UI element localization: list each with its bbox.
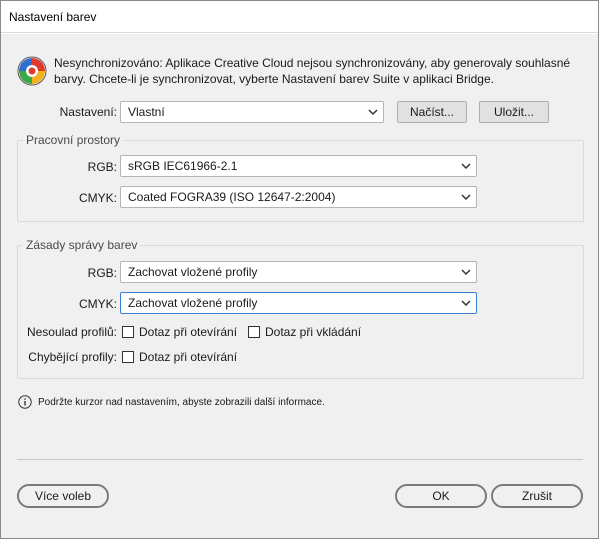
- window-title: Nastavení barev: [9, 10, 97, 24]
- ws-rgb-dropdown[interactable]: sRGB IEC61966-2.1: [120, 155, 477, 177]
- load-button[interactable]: Načíst...: [397, 101, 467, 123]
- sync-notice-line1: Nesynchronizováno: Aplikace Creative Clo…: [54, 56, 571, 70]
- working-spaces-group: [17, 140, 584, 222]
- divider: [17, 459, 583, 460]
- policy-rgb-label: RGB:: [87, 266, 117, 280]
- policy-cmyk-value: Zachovat vložené profily: [128, 296, 258, 310]
- mismatch-ask-open-label: Dotaz při otevírání: [139, 325, 238, 339]
- working-spaces-title: Pracovní prostory: [23, 133, 124, 147]
- policy-cmyk-label: CMYK:: [78, 297, 117, 311]
- sync-notice-line2: barvy. Chcete-li je synchronizovat, vybe…: [54, 72, 494, 86]
- info-icon: [18, 395, 32, 409]
- dialog-content: Nesynchronizováno: Aplikace Creative Clo…: [1, 34, 598, 538]
- ws-cmyk-label: CMYK:: [78, 191, 117, 205]
- policy-rgb-dropdown[interactable]: Zachovat vložené profily: [120, 261, 477, 283]
- mismatch-ask-paste-checkbox[interactable]: Dotaz při vkládání: [248, 325, 361, 339]
- profile-mismatch-label: Nesoulad profilů:: [26, 325, 117, 339]
- checkbox-box[interactable]: [122, 351, 134, 363]
- policy-cmyk-dropdown[interactable]: Zachovat vložené profily: [120, 292, 477, 314]
- missing-ask-open-checkbox[interactable]: Dotaz při otevírání: [122, 350, 237, 364]
- ws-cmyk-dropdown[interactable]: Coated FOGRA39 (ISO 12647-2:2004): [120, 186, 477, 208]
- mismatch-ask-paste-label: Dotaz při vkládání: [265, 325, 362, 339]
- chevron-down-icon: [461, 300, 471, 307]
- policies-title: Zásady správy barev: [23, 238, 141, 252]
- chevron-down-icon: [461, 269, 471, 276]
- ws-rgb-label: RGB:: [87, 160, 117, 174]
- more-options-button[interactable]: Více voleb: [17, 484, 109, 508]
- policy-rgb-value: Zachovat vložené profily: [128, 265, 258, 279]
- ok-button[interactable]: OK: [395, 484, 487, 508]
- ws-rgb-value: sRGB IEC61966-2.1: [128, 159, 238, 173]
- color-settings-dialog: Nastavení barev Nesynchronizováno: Aplik…: [0, 0, 599, 539]
- checkbox-box[interactable]: [248, 326, 260, 338]
- sync-notice: Nesynchronizováno: Aplikace Creative Clo…: [54, 55, 584, 87]
- info-text: Podržte kurzor nad nastavením, abyste zo…: [38, 397, 325, 408]
- checkbox-box[interactable]: [122, 326, 134, 338]
- chevron-down-icon: [461, 194, 471, 201]
- color-wheel-icon: [17, 56, 47, 86]
- settings-dropdown[interactable]: Vlastní: [120, 101, 384, 123]
- save-button[interactable]: Uložit...: [479, 101, 549, 123]
- mismatch-ask-open-checkbox[interactable]: Dotaz při otevírání: [122, 325, 237, 339]
- settings-label: Nastavení:: [59, 105, 117, 119]
- cancel-button[interactable]: Zrušit: [491, 484, 583, 508]
- missing-ask-open-label: Dotaz při otevírání: [139, 350, 238, 364]
- missing-profiles-label: Chybějící profily:: [28, 350, 117, 364]
- title-bar: Nastavení barev: [1, 1, 598, 33]
- ws-cmyk-value: Coated FOGRA39 (ISO 12647-2:2004): [128, 190, 336, 204]
- chevron-down-icon: [461, 163, 471, 170]
- settings-dropdown-value: Vlastní: [128, 105, 165, 119]
- chevron-down-icon: [368, 109, 378, 116]
